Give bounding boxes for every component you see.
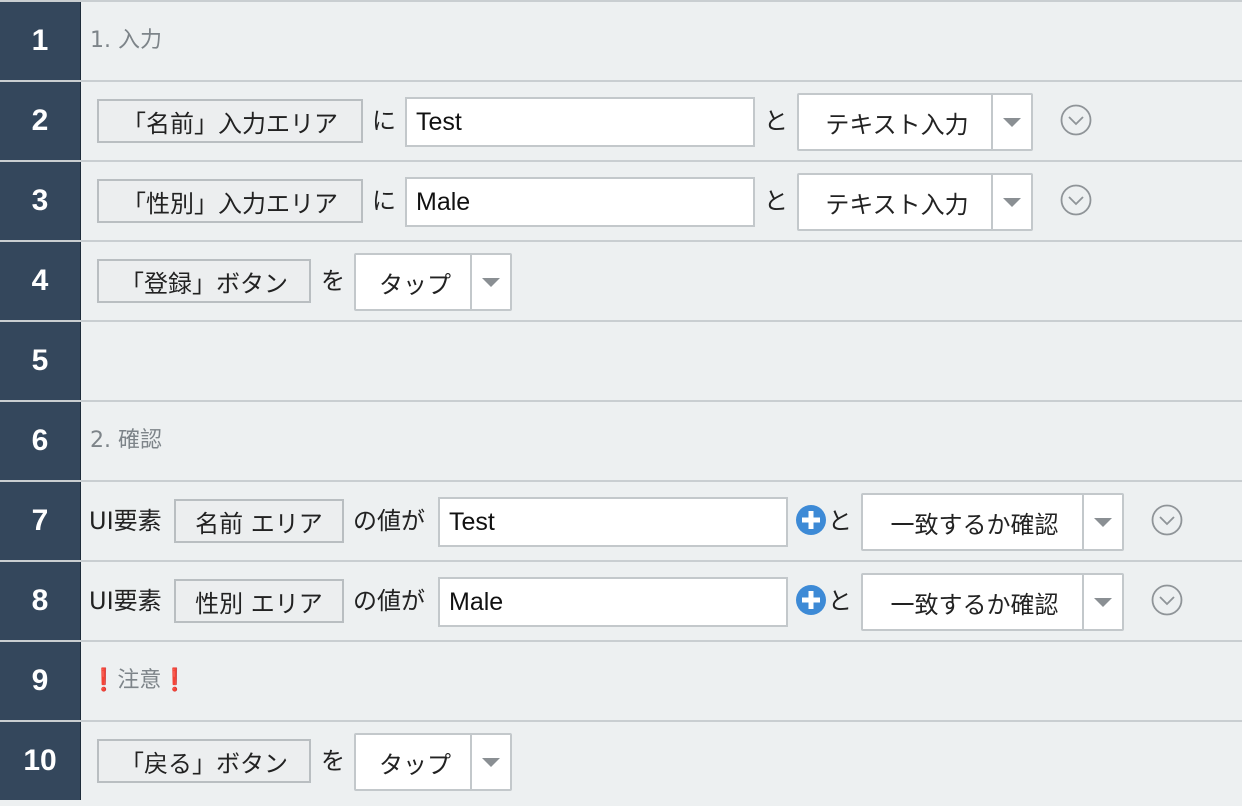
- step-content: ❗注意❗: [80, 642, 1242, 720]
- step-content: UI要素 名前 エリア の値が Test と 一致するか確認: [80, 482, 1242, 560]
- value-input[interactable]: Male: [438, 577, 788, 627]
- comment-text: 注意: [117, 668, 162, 693]
- exclamation-mark-icon: ❗: [90, 668, 118, 693]
- step-comment: 2. 確認: [90, 428, 162, 453]
- step-row[interactable]: 1 1. 入力: [0, 0, 1242, 80]
- step-content: 「戻る」ボタン を タップ: [80, 722, 1242, 800]
- step-row[interactable]: 2 「名前」入力エリア に Test と テキスト入力: [0, 80, 1242, 160]
- triangle-down-icon: [1003, 117, 1021, 127]
- plus-circle-icon[interactable]: [795, 504, 827, 536]
- chevron-down-circle-icon[interactable]: [1151, 584, 1183, 616]
- ui-element-chip[interactable]: 性別 エリア: [174, 579, 344, 623]
- connector-text: と: [828, 507, 852, 535]
- select-arrow-button[interactable]: [991, 95, 1031, 149]
- action-select-value: 一致するか確認: [890, 510, 1059, 539]
- triangle-down-icon: [1094, 597, 1112, 607]
- value-input[interactable]: Male: [405, 177, 755, 227]
- action-select-value: 一致するか確認: [890, 590, 1059, 619]
- step-number: 6: [0, 402, 81, 480]
- step-row[interactable]: 9 ❗注意❗: [0, 640, 1242, 720]
- ui-element-chip[interactable]: 「戻る」ボタン: [97, 739, 311, 783]
- step-row[interactable]: 3 「性別」入力エリア に Male と テキスト入力: [0, 160, 1242, 240]
- plus-circle-icon[interactable]: [795, 584, 827, 616]
- action-select[interactable]: 一致するか確認: [861, 493, 1124, 551]
- action-select[interactable]: 一致するか確認: [861, 573, 1124, 631]
- prefix-text: UI要素: [89, 507, 162, 535]
- select-arrow-button[interactable]: [470, 735, 510, 789]
- select-arrow-button[interactable]: [1082, 495, 1122, 549]
- step-content: 1. 入力: [80, 2, 1242, 80]
- ui-element-chip[interactable]: 名前 エリア: [174, 499, 344, 543]
- step-row[interactable]: 7 UI要素 名前 エリア の値が Test と 一致するか確認: [0, 480, 1242, 560]
- step-number: 3: [0, 162, 81, 240]
- action-select-value: タップ: [379, 270, 451, 299]
- select-arrow-button[interactable]: [1082, 575, 1122, 629]
- step-content: 「名前」入力エリア に Test と テキスト入力: [80, 82, 1242, 160]
- select-arrow-button[interactable]: [991, 175, 1031, 229]
- value-input[interactable]: Test: [438, 497, 788, 547]
- step-content: 2. 確認: [80, 402, 1242, 480]
- step-content: [80, 322, 1242, 400]
- step-number: 1: [0, 2, 81, 80]
- triangle-down-icon: [1003, 197, 1021, 207]
- step-row[interactable]: 6 2. 確認: [0, 400, 1242, 480]
- connector-text: と: [764, 107, 788, 135]
- step-number: 7: [0, 482, 81, 560]
- step-row[interactable]: 8 UI要素 性別 エリア の値が Male と 一致するか確認: [0, 560, 1242, 640]
- step-row[interactable]: 5: [0, 320, 1242, 400]
- step-number: 4: [0, 242, 81, 320]
- connector-text: と: [828, 587, 852, 615]
- mid-text: の値が: [353, 587, 425, 615]
- step-number: 10: [0, 722, 81, 800]
- particle-text: に: [372, 107, 396, 135]
- prefix-text: UI要素: [89, 587, 162, 615]
- step-number: 8: [0, 562, 81, 640]
- step-content: 「登録」ボタン を タップ: [80, 242, 1242, 320]
- ui-element-chip[interactable]: 「登録」ボタン: [97, 259, 311, 303]
- action-select[interactable]: タップ: [354, 733, 512, 791]
- action-select-value: タップ: [379, 750, 451, 779]
- exclamation-mark-icon: ❗: [161, 668, 189, 693]
- particle-text: に: [372, 187, 396, 215]
- triangle-down-icon: [1094, 517, 1112, 527]
- step-list: 1 1. 入力 2 「名前」入力エリア に Test と テキスト入力 3 「性…: [0, 0, 1242, 806]
- chevron-down-circle-icon[interactable]: [1060, 184, 1092, 216]
- action-select[interactable]: テキスト入力: [797, 93, 1033, 151]
- mid-text: の値が: [353, 507, 425, 535]
- triangle-down-icon: [482, 277, 500, 287]
- particle-text: を: [321, 267, 345, 295]
- ui-element-chip[interactable]: 「名前」入力エリア: [97, 99, 363, 143]
- action-select[interactable]: タップ: [354, 253, 512, 311]
- step-comment: 1. 入力: [90, 28, 162, 53]
- step-number: 5: [0, 322, 81, 400]
- action-select[interactable]: テキスト入力: [797, 173, 1033, 231]
- step-row[interactable]: 10 「戻る」ボタン を タップ: [0, 720, 1242, 806]
- step-content: UI要素 性別 エリア の値が Male と 一致するか確認: [80, 562, 1242, 640]
- action-select-value: テキスト入力: [825, 190, 969, 219]
- step-number: 9: [0, 642, 81, 720]
- step-number: 2: [0, 82, 81, 160]
- particle-text: を: [321, 747, 345, 775]
- triangle-down-icon: [482, 757, 500, 767]
- value-input[interactable]: Test: [405, 97, 755, 147]
- select-arrow-button[interactable]: [470, 255, 510, 309]
- step-content: 「性別」入力エリア に Male と テキスト入力: [80, 162, 1242, 240]
- chevron-down-circle-icon[interactable]: [1060, 104, 1092, 136]
- step-row[interactable]: 4 「登録」ボタン を タップ: [0, 240, 1242, 320]
- connector-text: と: [764, 187, 788, 215]
- action-select-value: テキスト入力: [825, 110, 969, 139]
- ui-element-chip[interactable]: 「性別」入力エリア: [97, 179, 363, 223]
- step-comment: ❗注意❗: [90, 642, 189, 720]
- chevron-down-circle-icon[interactable]: [1151, 504, 1183, 536]
